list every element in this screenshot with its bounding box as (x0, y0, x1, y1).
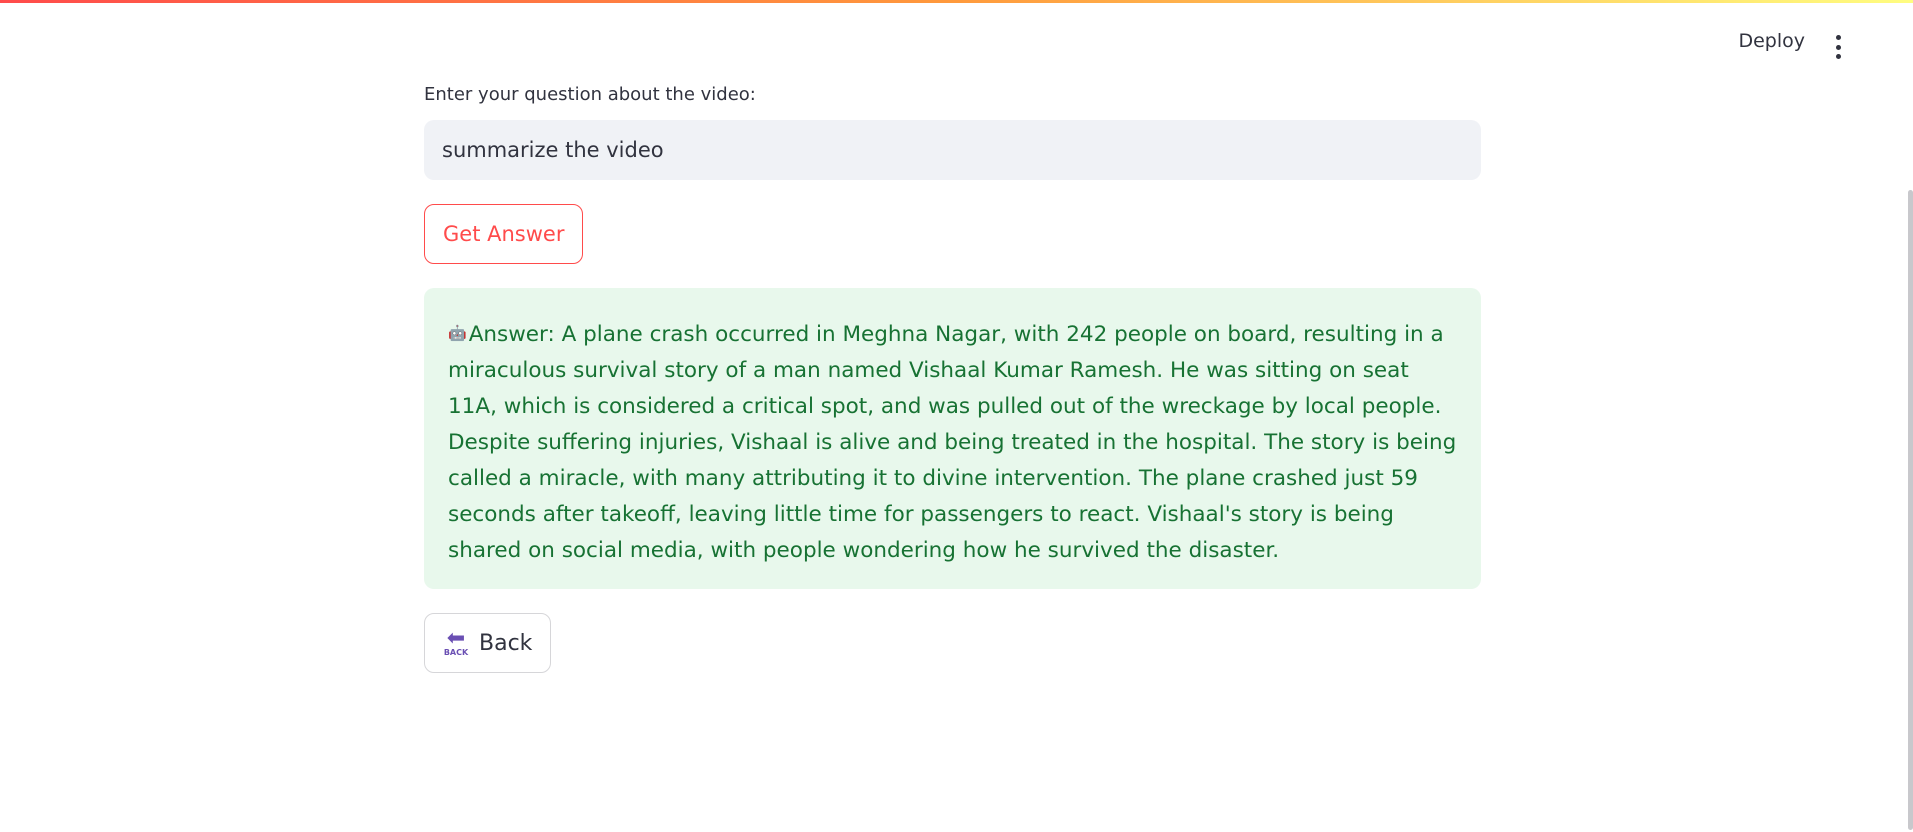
get-answer-button[interactable]: Get Answer (424, 204, 584, 264)
back-icon-text: BACK (443, 647, 469, 657)
question-label: Enter your question about the video: (424, 84, 756, 105)
main-content: Enter your question about the video: Get… (424, 82, 1481, 673)
deploy-button[interactable]: Deploy (1738, 30, 1805, 52)
app-header: Deploy (0, 3, 1913, 59)
page-scrollbar[interactable] (1908, 190, 1913, 830)
answer-text: Answer: A plane crash occurred in Meghna… (448, 322, 1457, 563)
more-options-icon[interactable] (1835, 35, 1841, 59)
back-arrow-icon: ⬅ BACK (443, 625, 469, 657)
back-button[interactable]: ⬅ BACK Back (424, 613, 552, 673)
answer-box: 🤖Answer: A plane crash occurred in Meghn… (424, 288, 1481, 589)
back-button-label: Back (479, 630, 533, 656)
robot-icon: 🤖 (448, 324, 467, 342)
question-input[interactable] (424, 120, 1481, 180)
